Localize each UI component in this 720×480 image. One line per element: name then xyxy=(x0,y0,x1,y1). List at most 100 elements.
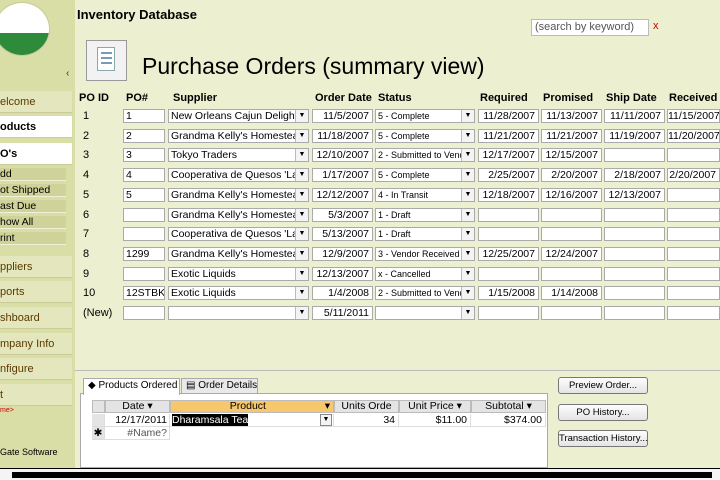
sub-item-past-due[interactable]: ast Due xyxy=(0,200,66,213)
dropdown-arrow-icon[interactable]: ▼ xyxy=(461,287,474,300)
col-header-order-date[interactable]: Order Date xyxy=(315,92,372,104)
required-date-field[interactable]: 2/25/2007 xyxy=(478,168,539,183)
sub-col-header-unit-price[interactable]: Unit Price ▾ xyxy=(399,400,471,413)
po-number-field[interactable]: 12STBK xyxy=(123,286,165,301)
order-date-field[interactable]: 5/11/2011 xyxy=(312,306,373,320)
col-header-po-number[interactable]: PO# xyxy=(126,92,148,104)
promised-date-field[interactable]: 12/16/2007 xyxy=(541,187,602,202)
dropdown-arrow-icon[interactable]: ▼ xyxy=(461,110,474,122)
required-date-field[interactable]: 11/28/2007 xyxy=(478,109,539,123)
po-number-field[interactable] xyxy=(123,306,165,320)
po-number-field[interactable] xyxy=(123,227,165,242)
order-date-field[interactable]: 5/3/2007 xyxy=(312,207,373,222)
dropdown-arrow-icon[interactable]: ▼ xyxy=(295,110,308,122)
sub-cell-units[interactable]: 34 xyxy=(334,414,399,427)
po-number-field[interactable]: 1299 xyxy=(123,246,165,261)
promised-date-field[interactable]: 1/14/2008 xyxy=(541,286,602,301)
status-combo[interactable]: 2 - Submitted to Vendor ▼ xyxy=(375,148,475,163)
dropdown-arrow-icon[interactable]: ▼ xyxy=(461,247,474,260)
supplier-combo[interactable]: Grandma Kelly's Homestead ▼ xyxy=(168,187,309,202)
dropdown-arrow-icon[interactable]: ▼ xyxy=(295,188,308,201)
order-date-field[interactable]: 12/9/2007 xyxy=(312,246,373,261)
po-number-field[interactable]: 2 xyxy=(123,128,165,143)
promised-date-field[interactable] xyxy=(541,227,602,242)
dropdown-arrow-icon[interactable]: ▼ xyxy=(295,287,308,300)
required-date-field[interactable] xyxy=(478,306,539,320)
transaction-history-button[interactable]: Transaction History... xyxy=(558,430,648,447)
sub-col-header-subtotal[interactable]: Subtotal ▾ xyxy=(471,400,546,413)
dropdown-arrow-icon[interactable]: ▼ xyxy=(320,414,332,426)
order-date-field[interactable]: 12/10/2007 xyxy=(312,148,373,163)
sub-item-add[interactable]: dd xyxy=(0,168,66,181)
promised-date-field[interactable]: 12/24/2007 xyxy=(541,246,602,261)
ship-date-field[interactable] xyxy=(604,306,665,320)
supplier-combo[interactable]: Exotic Liquids ▼ xyxy=(168,266,309,281)
status-combo[interactable]: x - Cancelled ▼ xyxy=(375,266,475,281)
status-combo[interactable]: 1 - Draft ▼ xyxy=(375,227,475,242)
sub-cell-unit-price[interactable]: $11.00 xyxy=(399,414,471,427)
required-date-field[interactable]: 11/21/2007 xyxy=(478,128,539,143)
received-date-field[interactable] xyxy=(667,187,720,202)
sub-item-print[interactable]: rint xyxy=(0,232,66,245)
status-combo[interactable]: ▼ xyxy=(375,306,475,320)
dropdown-arrow-icon[interactable]: ▼ xyxy=(461,267,474,280)
po-number-field[interactable]: 3 xyxy=(123,148,165,163)
dropdown-arrow-icon[interactable]: ▼ xyxy=(461,169,474,182)
nav-item-configure[interactable]: nfigure xyxy=(0,358,72,380)
dropdown-arrow-icon[interactable]: ▼ xyxy=(461,149,474,162)
dropdown-arrow-icon[interactable]: ▼ xyxy=(461,228,474,241)
nav-item-pos[interactable]: O's xyxy=(0,143,72,165)
search-clear-icon[interactable]: x xyxy=(653,20,659,32)
ship-date-field[interactable] xyxy=(604,286,665,301)
po-number-field[interactable] xyxy=(123,207,165,222)
ship-date-field[interactable] xyxy=(604,207,665,222)
supplier-combo[interactable]: New Orleans Cajun Delights ▼ xyxy=(168,109,309,123)
sub-cell-subtotal[interactable]: $374.00 xyxy=(471,414,546,427)
ship-date-field[interactable] xyxy=(604,266,665,281)
nav-item-exit[interactable]: t xyxy=(0,384,72,406)
order-date-field[interactable]: 11/5/2007 xyxy=(312,109,373,123)
supplier-combo[interactable]: Cooperativa de Quesos 'Las Cabras'▼ xyxy=(168,227,309,242)
nav-item-products[interactable]: oducts xyxy=(0,116,72,138)
order-date-field[interactable]: 11/18/2007 xyxy=(312,128,373,143)
ship-date-field[interactable]: 2/18/2007 xyxy=(604,168,665,183)
required-date-field[interactable] xyxy=(478,207,539,222)
nav-item-dashboard[interactable]: shboard xyxy=(0,307,72,329)
dropdown-arrow-icon[interactable]: ▼ xyxy=(461,129,474,142)
supplier-combo[interactable]: Tokyo Traders ▼ xyxy=(168,148,309,163)
dropdown-arrow-icon[interactable]: ▼ xyxy=(295,228,308,241)
sub-cell-product[interactable]: Dharamsala Tea ▼ xyxy=(170,414,334,427)
col-header-status[interactable]: Status xyxy=(378,92,412,104)
received-date-field[interactable] xyxy=(667,266,720,281)
order-date-field[interactable]: 12/13/2007 xyxy=(312,266,373,281)
status-combo[interactable]: 1 - Draft ▼ xyxy=(375,207,475,222)
promised-date-field[interactable]: 12/15/2007 xyxy=(541,148,602,163)
sub-col-header-units-ordered[interactable]: Units Orde xyxy=(334,400,399,413)
dropdown-arrow-icon[interactable]: ▼ xyxy=(295,129,308,142)
received-date-field[interactable] xyxy=(667,207,720,222)
supplier-combo[interactable]: Exotic Liquids ▼ xyxy=(168,286,309,301)
preview-order-button[interactable]: Preview Order... xyxy=(558,377,648,394)
search-input[interactable]: (search by keyword) xyxy=(531,19,649,36)
status-combo[interactable]: 5 - Complete ▼ xyxy=(375,128,475,143)
sub-item-show-all[interactable]: how All xyxy=(0,216,66,229)
ship-date-field[interactable] xyxy=(604,246,665,261)
po-number-field[interactable]: 1 xyxy=(123,109,165,123)
record-selector-header[interactable] xyxy=(92,400,105,413)
col-header-promised[interactable]: Promised xyxy=(543,92,593,104)
promised-date-field[interactable]: 11/13/2007 xyxy=(541,109,602,123)
ship-date-field[interactable]: 11/19/2007 xyxy=(604,128,665,143)
nav-item-reports[interactable]: ports xyxy=(0,281,72,303)
received-date-field[interactable] xyxy=(667,306,720,320)
supplier-combo[interactable]: ▼ xyxy=(168,306,309,320)
sub-col-header-product[interactable]: Product ▾ xyxy=(170,400,334,413)
required-date-field[interactable]: 12/17/2007 xyxy=(478,148,539,163)
status-combo[interactable]: 3 - Vendor Received ▼ xyxy=(375,246,475,261)
received-date-field[interactable] xyxy=(667,227,720,242)
sub-cell-new-date[interactable]: #Name? xyxy=(105,427,170,440)
supplier-combo[interactable]: Cooperativa de Quesos 'Las Cabras'▼ xyxy=(168,168,309,183)
supplier-combo[interactable]: Grandma Kelly's Homestead ▼ xyxy=(168,246,309,261)
required-date-field[interactable] xyxy=(478,266,539,281)
new-record-icon[interactable]: ✱ xyxy=(92,427,105,440)
order-date-field[interactable]: 12/12/2007 xyxy=(312,187,373,202)
